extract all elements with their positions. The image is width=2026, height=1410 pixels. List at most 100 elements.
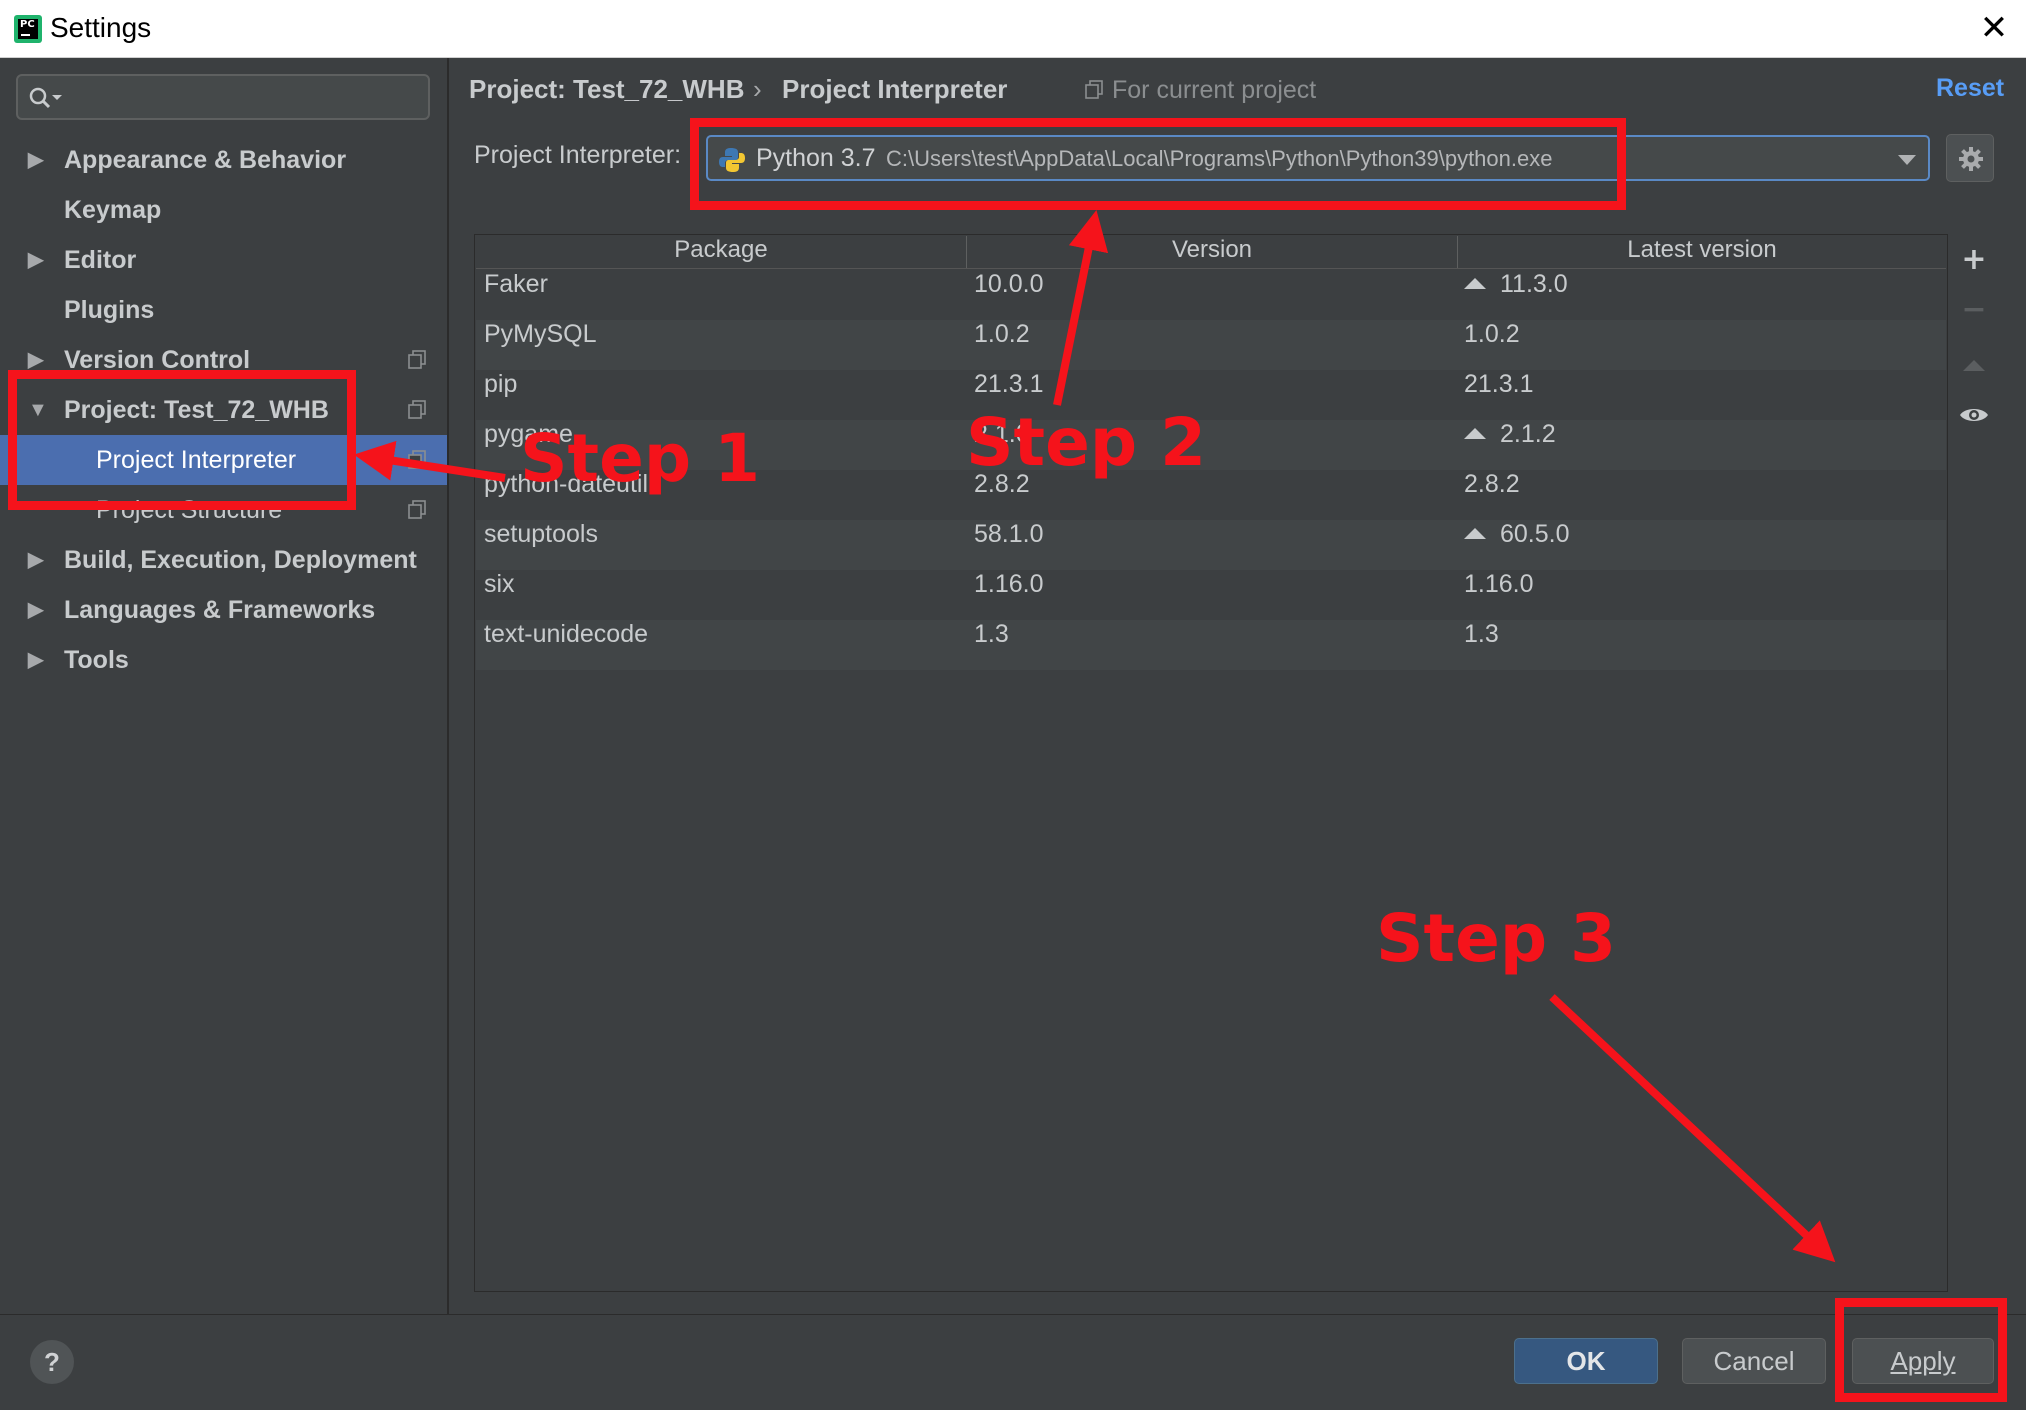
table-cell-version: 58.1.0 [974,520,1044,549]
copy-icon [408,450,426,469]
table-row[interactable]: Faker 10.0.0 11.3.0 [476,270,1946,320]
title-bar: PC Settings ✕ [0,0,2026,58]
cell-text: text-unidecode [484,620,649,648]
table-row[interactable]: text-unidecode 1.3 1.3 [476,620,1946,670]
sidebar-item-label: Plugins [64,296,155,324]
chevron-right-icon[interactable]: ▶ [28,135,43,185]
table-cell-latest: 21.3.1 [1464,370,1534,399]
cell-text: 21.3.1 [1464,370,1534,398]
copy-icon [1085,80,1103,99]
breadcrumb-separator: › [753,74,762,104]
show-early-releases-button[interactable] [1948,396,2000,436]
search-icon [29,87,62,109]
annotation-box-step3 [1835,1298,2007,1402]
triangle-up-icon [1963,360,1985,371]
sidebar-item-label: Build, Execution, Deployment [64,546,417,574]
cell-text: 2.1.2 [1500,420,1556,448]
column-header-latest-version[interactable]: Latest version [1458,236,1946,268]
chevron-right-icon[interactable]: ▶ [28,585,43,635]
table-cell-version: 21.3.1 [974,370,1044,399]
table-row[interactable]: setuptools 58.1.0 60.5.0 [476,520,1946,570]
cell-text: 1.0.2 [1464,320,1520,348]
column-header-version[interactable]: Version [967,236,1457,268]
upgrade-available-icon [1464,528,1486,539]
table-cell-latest: 1.16.0 [1464,570,1534,599]
sidebar-item-label: Editor [64,246,137,274]
cell-text: 1.16.0 [1464,570,1534,598]
cell-text: PyMySQL [484,320,597,348]
chevron-right-icon[interactable]: ▶ [28,235,43,285]
interpreter-label: Project Interpreter: [474,141,682,169]
table-cell-package: six [484,570,515,599]
breadcrumb-project[interactable]: Project: Test_72_WHB [469,74,745,105]
table-cell-latest: 60.5.0 [1464,520,1570,549]
sidebar-item-tools[interactable]: ▶ Tools [0,635,447,685]
remove-package-button[interactable]: − [1948,292,2000,332]
cell-text: 10.0.0 [974,270,1044,298]
chevron-right-icon[interactable]: ▶ [28,535,43,585]
cell-text: Faker [484,270,548,298]
table-cell-package: pip [484,370,517,399]
column-header-package[interactable]: Package [476,236,966,268]
ok-button[interactable]: OK [1514,1338,1658,1384]
packages-toolbar: + − [1948,234,2000,1292]
annotation-step2-label: Step 2 [966,404,1206,481]
table-cell-latest: 1.0.2 [1464,320,1520,349]
annotation-box-step2 [690,118,1626,210]
table-row[interactable]: pip 21.3.1 21.3.1 [476,370,1946,420]
copy-icon [408,350,426,369]
sidebar-item-plugins[interactable]: Plugins [0,285,447,335]
gear-icon [1959,147,1983,171]
copy-icon [408,400,426,419]
cell-text: 60.5.0 [1500,520,1570,548]
interpreter-settings-button[interactable] [1946,134,1994,182]
sidebar-item-languages-frameworks[interactable]: ▶ Languages & Frameworks [0,585,447,635]
cell-text: 1.0.2 [974,320,1030,348]
upgrade-available-icon [1464,278,1486,289]
cell-text: 1.3 [1464,620,1499,648]
copy-icon [408,500,426,519]
table-row[interactable]: six 1.16.0 1.16.0 [476,570,1946,620]
cell-text: 11.3.0 [1500,270,1568,298]
add-package-button[interactable]: + [1948,242,2000,282]
upgrade-package-button[interactable] [1948,344,2000,384]
table-cell-package: PyMySQL [484,320,597,349]
cell-text: 58.1.0 [974,520,1044,548]
cell-text: 2.8.2 [1464,470,1520,498]
help-button[interactable]: ? [30,1340,74,1384]
cancel-button[interactable]: Cancel [1682,1338,1826,1384]
cell-text: six [484,570,515,598]
breadcrumb-page: Project Interpreter [782,74,1008,104]
table-cell-package: setuptools [484,520,598,549]
annotation-step3-label: Step 3 [1376,900,1616,977]
window-title: Settings [50,12,152,43]
reset-link[interactable]: Reset [1936,74,2004,103]
table-cell-latest: 11.3.0 [1464,270,1568,299]
cell-text: 1.16.0 [974,570,1044,598]
sidebar-item-label: Appearance & Behavior [64,146,347,174]
cell-text: pip [484,370,518,398]
cell-text: 1.3 [974,620,1009,648]
pycharm-logo-icon: PC [14,15,42,43]
sidebar-item-appearance-behavior[interactable]: ▶ Appearance & Behavior [0,135,447,185]
close-button[interactable]: ✕ [1976,10,2012,46]
chevron-down-icon[interactable] [1898,155,1916,165]
sidebar-item-editor[interactable]: ▶ Editor [0,235,447,285]
table-cell-latest: 1.3 [1464,620,1499,649]
table-cell-version: 1.0.2 [974,320,1030,349]
scope-note: For current project [1112,76,1317,104]
sidebar-item-label: Keymap [64,196,162,224]
table-cell-latest: 2.1.2 [1464,420,1556,449]
table-cell-package: Faker [484,270,548,299]
settings-search-input[interactable] [16,74,430,120]
upgrade-available-icon [1464,428,1486,439]
sidebar-item-keymap[interactable]: Keymap [0,185,447,235]
table-row[interactable]: PyMySQL 1.0.2 1.0.2 [476,320,1946,370]
sidebar-item-build-execution-deployment[interactable]: ▶ Build, Execution, Deployment [0,535,447,585]
packages-table-header: Package Version Latest version [476,236,1946,269]
chevron-right-icon[interactable]: ▶ [28,635,43,685]
cell-text: setuptools [484,520,598,548]
cell-text: 21.3.1 [974,370,1044,398]
sidebar-item-label: Languages & Frameworks [64,596,376,624]
table-cell-version: 1.16.0 [974,570,1044,599]
